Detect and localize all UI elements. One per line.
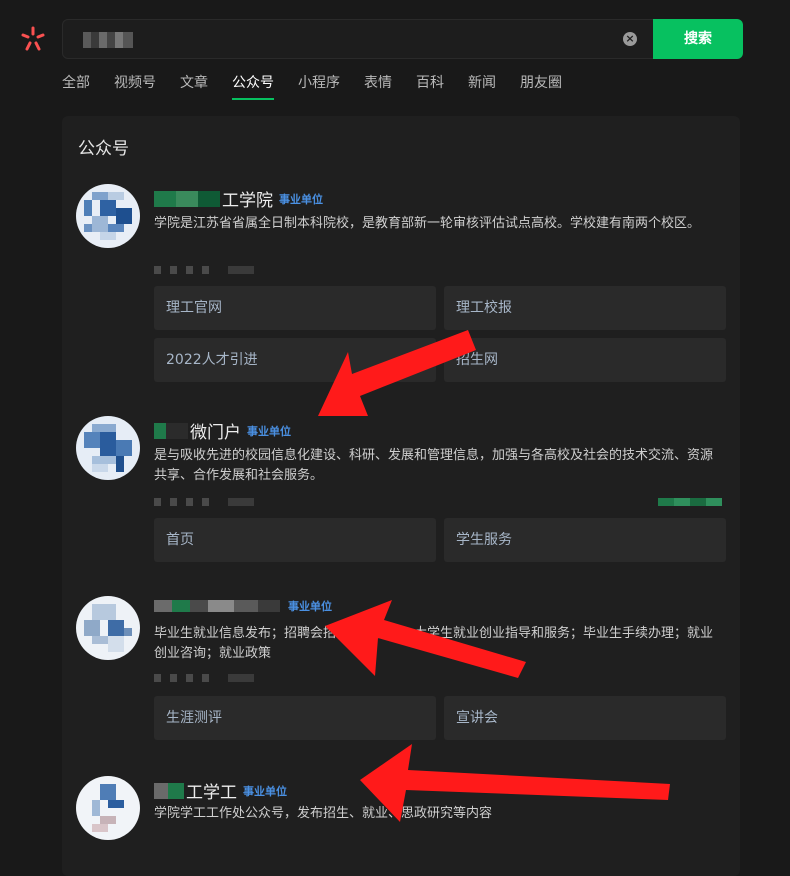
tab-stickers[interactable]: 表情	[364, 72, 392, 100]
tab-official-accounts[interactable]: 公众号	[232, 72, 274, 100]
org-type-badge: 事业单位	[288, 600, 332, 613]
tab-articles[interactable]: 文章	[180, 72, 208, 100]
shortcut-button[interactable]: 2022人才引进	[154, 338, 436, 382]
search-query-redacted	[83, 32, 133, 48]
account-shortcuts: 生涯测评 宣讲会	[154, 696, 726, 740]
tab-mini-programs[interactable]: 小程序	[298, 72, 340, 100]
account-description: 是与吸收先进的校园信息化建设、科研、发展和管理信息，加强与各高校及社会的技术交流…	[154, 448, 714, 483]
shortcut-button[interactable]: 理工官网	[154, 286, 436, 330]
tab-channels[interactable]: 视频号	[114, 72, 156, 100]
shortcut-button[interactable]: 首页	[154, 518, 436, 562]
results-panel: 公众号 工学院 事业单位 学院是江苏省省属全日制本科院校，是教育部新一轮审核评估…	[62, 116, 740, 876]
app-logo-icon	[18, 24, 48, 54]
category-tabs: 全部 视频号 文章 公众号 小程序 表情 百科 新闻 朋友圈	[62, 72, 586, 100]
shortcut-button[interactable]: 生涯测评	[154, 696, 436, 740]
account-meta-redacted	[154, 674, 254, 682]
account-avatar	[76, 596, 140, 660]
clear-icon[interactable]: ×	[623, 32, 637, 46]
panel-title: 公众号	[78, 139, 129, 159]
account-name[interactable]: 工学工 事业单位	[154, 778, 287, 803]
account-avatar	[76, 416, 140, 480]
org-type-badge: 事业单位	[279, 192, 323, 206]
account-name[interactable]: 事业单位	[154, 598, 332, 614]
org-type-badge: 事业单位	[243, 784, 287, 798]
redacted-mark	[658, 498, 722, 506]
account-shortcuts: 理工官网 理工校报 2022人才引进 招生网	[154, 286, 726, 382]
account-description: 学院是江苏省省属全日制本科院校，是教育部新一轮审核评估试点高校。学校建有南两个校…	[154, 216, 701, 231]
account-meta-redacted	[154, 498, 254, 506]
account-meta-redacted	[154, 266, 254, 274]
shortcut-button[interactable]: 招生网	[444, 338, 726, 382]
tab-all[interactable]: 全部	[62, 72, 90, 100]
search-button[interactable]: 搜索	[653, 19, 743, 59]
tab-encyclopedia[interactable]: 百科	[416, 72, 444, 100]
account-description: 学院学工工作处公众号，发布招生、就业、思政研究等内容	[154, 806, 493, 821]
org-type-badge: 事业单位	[247, 424, 291, 438]
account-shortcuts: 首页 学生服务	[154, 518, 726, 562]
tab-moments[interactable]: 朋友圈	[520, 72, 562, 100]
shortcut-button[interactable]: 学生服务	[444, 518, 726, 562]
shortcut-button[interactable]: 理工校报	[444, 286, 726, 330]
account-name[interactable]: 工学院 事业单位	[154, 186, 323, 211]
account-description: 毕业生就业信息发布；招聘会招聘活动发布；大学生就业创业指导和服务；毕业生手续办理…	[154, 626, 714, 661]
shortcut-button[interactable]: 宣讲会	[444, 696, 726, 740]
account-avatar	[76, 184, 140, 248]
tab-news[interactable]: 新闻	[468, 72, 496, 100]
account-avatar	[76, 776, 140, 840]
search-input[interactable]: × 搜索	[62, 19, 743, 59]
account-name[interactable]: 微门户 事业单位	[154, 418, 291, 443]
